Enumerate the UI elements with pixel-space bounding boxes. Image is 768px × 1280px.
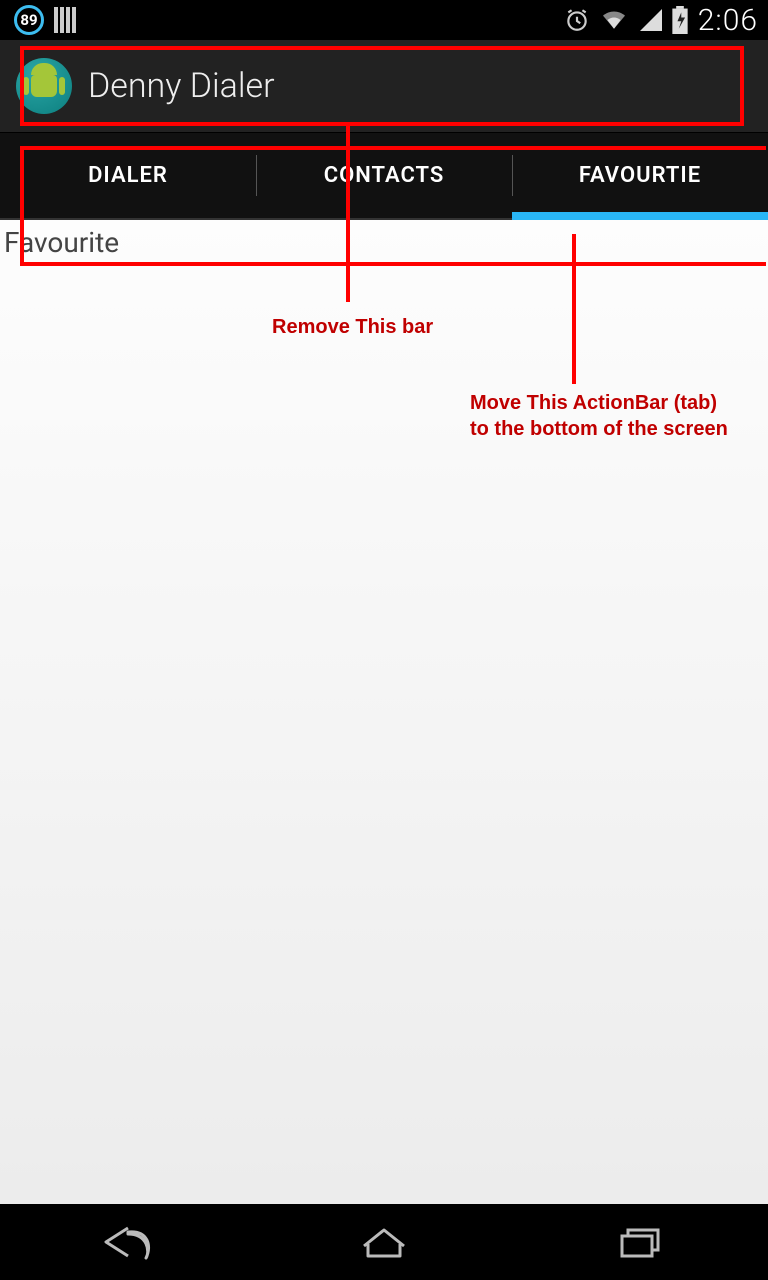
content-heading: Favourite <box>4 226 119 259</box>
alarm-icon <box>564 7 590 33</box>
battery-percent-value: 89 <box>20 11 37 29</box>
signal-icon <box>638 9 662 31</box>
tab-dialer[interactable]: DIALER <box>0 133 256 218</box>
app-tray-icon <box>54 7 76 33</box>
nav-home-button[interactable] <box>349 1219 419 1265</box>
nav-recent-button[interactable] <box>605 1219 675 1265</box>
action-bar: Denny Dialer <box>0 40 768 132</box>
wifi-icon <box>600 9 628 31</box>
tab-label: CONTACTS <box>324 163 445 188</box>
tab-bar: DIALER CONTACTS FAVOURTIE <box>0 132 768 220</box>
tab-favourite[interactable]: FAVOURTIE <box>512 133 768 218</box>
app-icon <box>16 58 72 114</box>
battery-charging-icon <box>672 6 688 34</box>
nav-back-button[interactable] <box>93 1219 163 1265</box>
nav-bar <box>0 1204 768 1280</box>
content-area: Favourite <box>0 220 768 1204</box>
status-clock: 2:06 <box>698 3 758 38</box>
tab-label: FAVOURTIE <box>579 163 701 188</box>
app-title: Denny Dialer <box>88 66 275 106</box>
tab-label: DIALER <box>88 163 168 188</box>
status-bar: 89 2:06 <box>0 0 768 40</box>
tab-contacts[interactable]: CONTACTS <box>256 133 512 218</box>
battery-percent-badge: 89 <box>14 5 44 35</box>
